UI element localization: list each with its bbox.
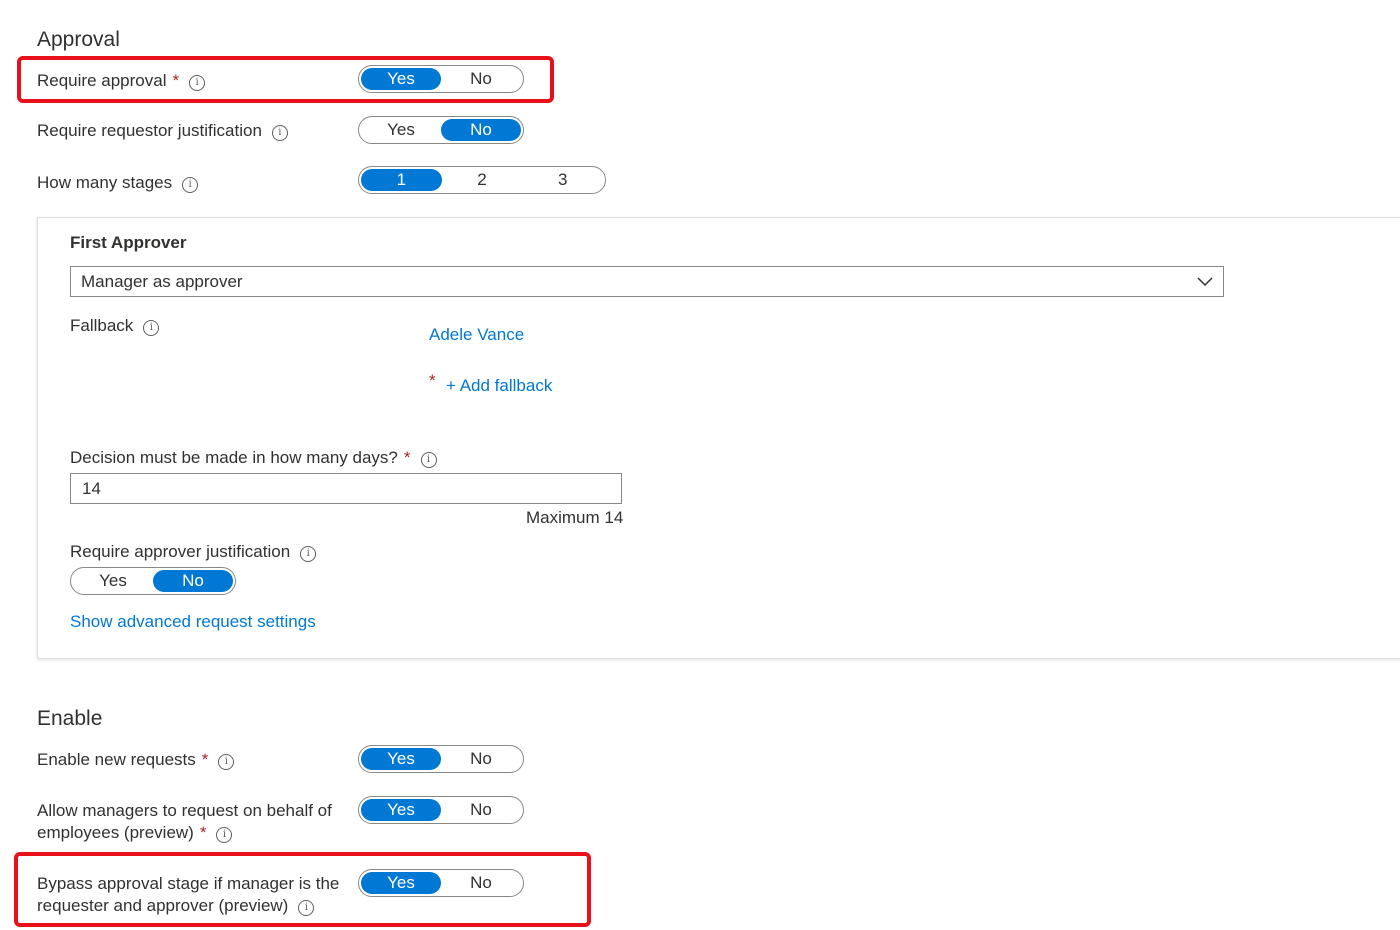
require-requestor-justification-label: Require requestor justification i — [37, 120, 288, 142]
info-icon[interactable]: i — [218, 754, 235, 770]
required-marker: * — [403, 448, 411, 467]
allow-managers-label: Allow managers to request on behalf of e… — [37, 801, 332, 843]
highlight-box-bypass-approval — [14, 852, 591, 927]
requestor-justification-yes[interactable]: Yes — [361, 119, 441, 141]
approver-justification-label: Require approver justification i — [70, 541, 317, 563]
fallback-label: Fallback i — [70, 315, 160, 337]
enable-section-title: Enable — [37, 707, 103, 730]
fallback-user-link[interactable]: Adele Vance — [429, 325, 524, 345]
info-icon[interactable]: i — [271, 125, 288, 141]
info-icon[interactable]: i — [420, 452, 437, 468]
how-many-stages-label: How many stages i — [37, 172, 199, 194]
required-marker: * — [429, 371, 436, 390]
approver-justification-toggle[interactable]: Yes No — [70, 567, 236, 595]
approval-section-title: Approval — [37, 28, 120, 51]
first-approver-title: First Approver — [70, 233, 187, 252]
chevron-down-icon — [1197, 277, 1213, 287]
allow-managers-yes[interactable]: Yes — [361, 799, 441, 821]
add-fallback-link[interactable]: + Add fallback — [446, 376, 552, 396]
allow-managers-no[interactable]: No — [441, 799, 521, 821]
required-marker: * — [201, 750, 209, 769]
decision-days-input[interactable]: 14 — [70, 473, 622, 504]
requestor-justification-no[interactable]: No — [441, 119, 521, 141]
stages-option-2[interactable]: 2 — [442, 169, 523, 191]
required-marker: * — [199, 823, 207, 842]
requestor-justification-toggle[interactable]: Yes No — [358, 116, 524, 144]
info-icon[interactable]: i — [216, 827, 233, 843]
enable-new-requests-label: Enable new requests * i — [37, 749, 235, 771]
enable-new-requests-toggle[interactable]: Yes No — [358, 745, 524, 773]
enable-new-requests-yes[interactable]: Yes — [361, 748, 441, 770]
highlight-box-require-approval — [17, 56, 554, 103]
decision-days-hint: Maximum 14 — [526, 508, 624, 527]
approver-justification-no[interactable]: No — [153, 570, 233, 592]
stages-option-3[interactable]: 3 — [522, 169, 603, 191]
allow-managers-toggle[interactable]: Yes No — [358, 796, 524, 824]
show-advanced-settings-link[interactable]: Show advanced request settings — [70, 612, 316, 632]
approver-justification-yes[interactable]: Yes — [73, 570, 153, 592]
decision-days-label: Decision must be made in how many days? *… — [70, 447, 437, 469]
stages-toggle[interactable]: 1 2 3 — [358, 166, 606, 194]
info-icon[interactable]: i — [143, 320, 160, 336]
info-icon[interactable]: i — [182, 177, 199, 193]
info-icon[interactable]: i — [300, 546, 317, 562]
stages-option-1[interactable]: 1 — [361, 169, 442, 191]
approver-type-dropdown[interactable]: Manager as approver — [70, 266, 1224, 297]
approver-type-value: Manager as approver — [81, 272, 243, 291]
enable-new-requests-no[interactable]: No — [441, 748, 521, 770]
